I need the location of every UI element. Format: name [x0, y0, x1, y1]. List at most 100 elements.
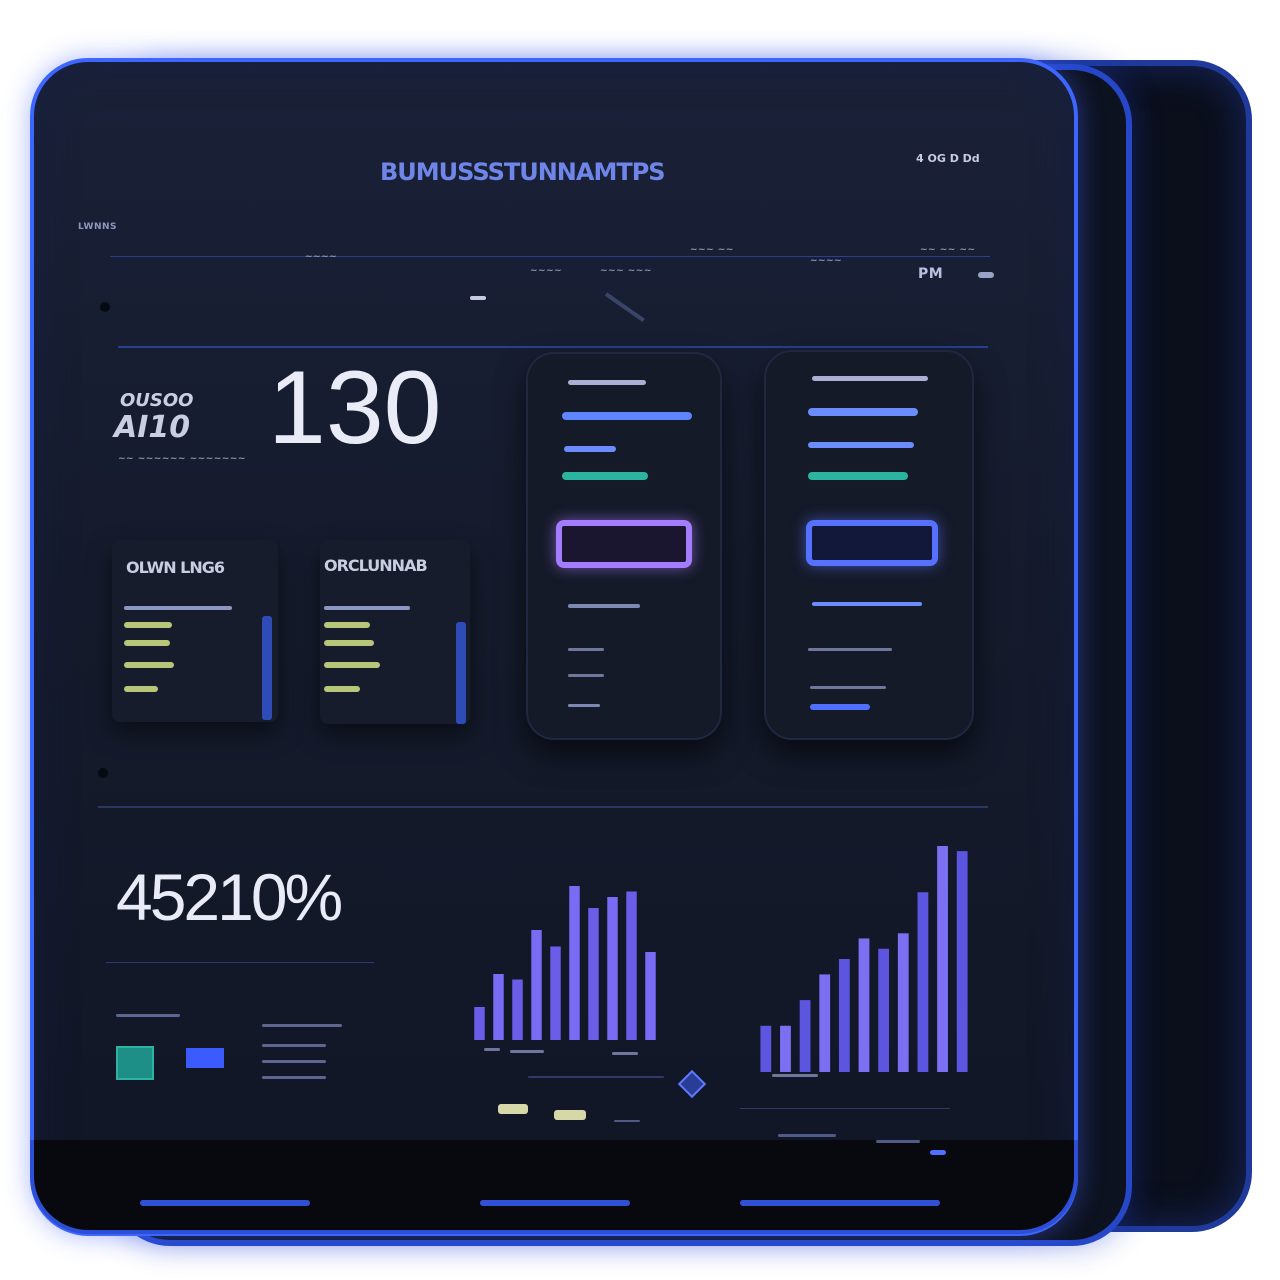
panel-list-bar: [324, 622, 370, 628]
card-select-button[interactable]: [806, 520, 938, 566]
card-detail-bar: [568, 674, 604, 677]
card-line-teal: [562, 472, 648, 480]
legend-label: [116, 1014, 180, 1017]
chart-axis-label: [484, 1048, 500, 1051]
bar-chart-left: [474, 886, 656, 1040]
card-line-teal: [808, 472, 908, 480]
chart-bar: [799, 1000, 811, 1072]
option-card[interactable]: [526, 352, 722, 740]
legend-text-bar: [262, 1060, 326, 1063]
chart-bar: [550, 946, 561, 1040]
base-accent-bar: [480, 1200, 630, 1206]
info-panel[interactable]: OLWN LNG6: [112, 540, 278, 722]
section-divider: [98, 806, 988, 808]
legend-text-bar: [262, 1044, 326, 1047]
device-base: [30, 1140, 1078, 1234]
base-accent-bar: [140, 1200, 310, 1206]
panel-list-bar: [324, 686, 360, 692]
header-label: ~~~~: [530, 266, 563, 276]
legend-swatch-blue[interactable]: [186, 1048, 224, 1068]
mini-stat-label: OUSOO: [120, 390, 194, 411]
section-divider: [118, 346, 988, 348]
chart-axis-label: [612, 1052, 638, 1055]
panel-list-bar: [324, 662, 380, 668]
chart-bar: [956, 851, 968, 1072]
panel-edge: [262, 616, 272, 720]
header-label: ~~ ~~ ~~: [920, 245, 976, 255]
footer-bar: [876, 1140, 920, 1143]
card-caption-bar: [812, 602, 922, 606]
toggle-icon[interactable]: [978, 272, 994, 278]
panel-subtitle-bar: [324, 606, 410, 610]
card-line-blue: [808, 408, 918, 416]
header-divider: [110, 256, 990, 257]
card-select-button[interactable]: [556, 520, 692, 568]
footer-bar: [930, 1150, 946, 1155]
card-line-blue: [562, 412, 692, 420]
legend-swatch-teal[interactable]: [116, 1046, 154, 1080]
panel-title: OLWN LNG6: [126, 558, 225, 577]
status-indicators: 4 OG D Dd: [916, 152, 980, 165]
chart-bar: [607, 897, 618, 1040]
base-accent-bar: [740, 1200, 940, 1206]
panel-subtitle-bar: [124, 606, 232, 610]
option-card[interactable]: [764, 350, 974, 740]
card-detail-bar: [810, 686, 886, 689]
chart-bar: [493, 974, 504, 1040]
chart-bar: [897, 933, 909, 1072]
card-detail-bar: [568, 648, 604, 651]
chart-bar: [474, 1007, 485, 1040]
chart-bar: [819, 974, 831, 1072]
chart-bar: [626, 891, 637, 1040]
main-stat-value: 130: [268, 350, 442, 466]
card-detail-bar: [568, 704, 600, 707]
panel-list-bar: [124, 622, 172, 628]
footer-bar: [614, 1120, 640, 1122]
stat-underline: [106, 962, 374, 963]
header-label: ~~~ ~~~: [600, 266, 652, 276]
header-label: ~~~~: [810, 256, 843, 266]
card-line-blue: [808, 442, 914, 448]
bar-chart-right: [760, 846, 968, 1072]
card-line-blue: [564, 446, 616, 452]
chart-bar: [760, 1025, 772, 1072]
screen-dot: [98, 768, 108, 778]
header-label: ~~~~: [305, 252, 338, 262]
chart-bar: [937, 846, 948, 1072]
info-panel[interactable]: ORCLUNNAB: [320, 540, 470, 724]
chart-bar: [531, 930, 542, 1040]
chart-bar: [878, 948, 890, 1072]
panel-edge: [456, 622, 466, 724]
legend-text-bar: [262, 1076, 326, 1079]
app-title: BUMUSSSTUNNAMTPS: [380, 158, 666, 186]
slider-icon[interactable]: [470, 296, 486, 300]
panel-title: ORCLUNNAB: [324, 556, 428, 575]
chart-axis-line: [528, 1076, 664, 1078]
chart-bar: [645, 952, 656, 1040]
screen-dot: [100, 302, 110, 312]
footer-bar: [778, 1134, 836, 1137]
corner-label: LWNNS: [78, 222, 118, 232]
chart-bar: [917, 892, 929, 1072]
chip-tag[interactable]: [498, 1104, 528, 1114]
chart-bar: [569, 886, 580, 1040]
panel-list-bar: [324, 640, 374, 646]
panel-list-bar: [124, 686, 158, 692]
chart-axis-line: [740, 1108, 950, 1109]
chip-tag[interactable]: [554, 1110, 586, 1120]
legend-text-bar: [262, 1024, 342, 1027]
mini-stat-value: AI10: [114, 410, 191, 445]
card-caption-bar: [568, 604, 640, 608]
percent-stat-value: 45210%: [116, 860, 343, 934]
card-detail-bar: [808, 648, 892, 651]
card-title-bar: [812, 376, 928, 381]
mini-stat-caption: ~~ ~~~~~~ ~~~~~~~: [118, 454, 246, 464]
card-progress-bar: [810, 704, 870, 710]
chart-axis-label: [772, 1074, 818, 1077]
panel-list-bar: [124, 640, 170, 646]
header-label: ~~~ ~~: [690, 245, 734, 255]
chart-bar: [512, 979, 523, 1040]
chart-bar: [858, 938, 870, 1072]
chart-bar: [838, 959, 850, 1072]
indicator-badge: PM: [918, 266, 944, 282]
